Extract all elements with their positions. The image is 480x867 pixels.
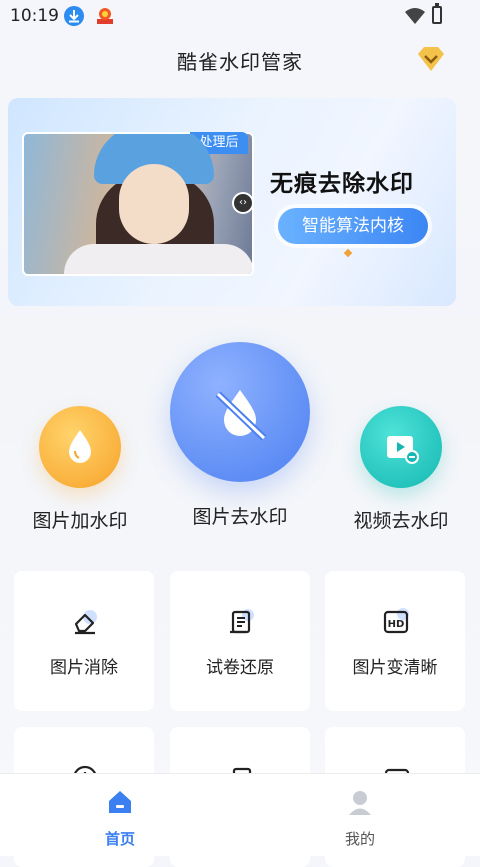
svg-text:HD: HD (388, 619, 405, 630)
tool-label: 试卷还原 (206, 658, 274, 678)
banner-pill: 智能算法内核 (278, 208, 428, 244)
banner-headline: 无痕去除水印 (270, 171, 414, 197)
status-time: 10:19 (10, 6, 59, 26)
feature-remove-video-watermark[interactable]: 视频去水印 (340, 406, 462, 533)
tool-label: 图片消除 (50, 658, 118, 678)
app-title: 酷雀水印管家 (177, 50, 303, 74)
no-water-drop-icon (170, 342, 310, 482)
nav-home[interactable]: 首页 (80, 788, 160, 849)
wifi-icon (404, 7, 426, 29)
bottom-nav: 首页 我的 (0, 773, 480, 856)
eraser-icon (70, 607, 100, 637)
tool-exam-restore[interactable]: 试卷还原 (170, 571, 310, 711)
home-icon (80, 788, 160, 820)
scroll-icon (226, 607, 256, 637)
video-icon (360, 406, 442, 488)
feature-label: 视频去水印 (353, 510, 449, 532)
tool-image-enhance[interactable]: HD 图片变清晰 (325, 571, 465, 711)
user-icon (320, 788, 400, 820)
compare-slider-handle[interactable]: ‹› (232, 192, 254, 214)
nav-mine[interactable]: 我的 (320, 788, 400, 849)
feature-add-watermark[interactable]: 图片加水印 (20, 406, 140, 533)
download-icon (64, 6, 84, 26)
vip-crown-icon[interactable] (414, 44, 448, 74)
app-notification-icon (94, 5, 116, 27)
status-bar: 10:19 (0, 0, 480, 32)
feature-remove-image-watermark[interactable]: 图片去水印 (164, 342, 316, 529)
nav-label: 首页 (104, 830, 135, 848)
water-drop-icon (39, 406, 121, 488)
battery-icon (432, 3, 442, 24)
feature-label: 图片去水印 (192, 506, 288, 528)
hd-icon: HD (381, 607, 411, 637)
feature-label: 图片加水印 (32, 510, 128, 532)
promo-banner[interactable]: 处理后 ‹› 无痕去除水印 智能算法内核 (8, 98, 456, 306)
tool-label: 图片变清晰 (352, 658, 438, 678)
banner-indicator (343, 248, 353, 258)
nav-label: 我的 (344, 830, 375, 848)
tool-image-erase[interactable]: 图片消除 (14, 571, 154, 711)
